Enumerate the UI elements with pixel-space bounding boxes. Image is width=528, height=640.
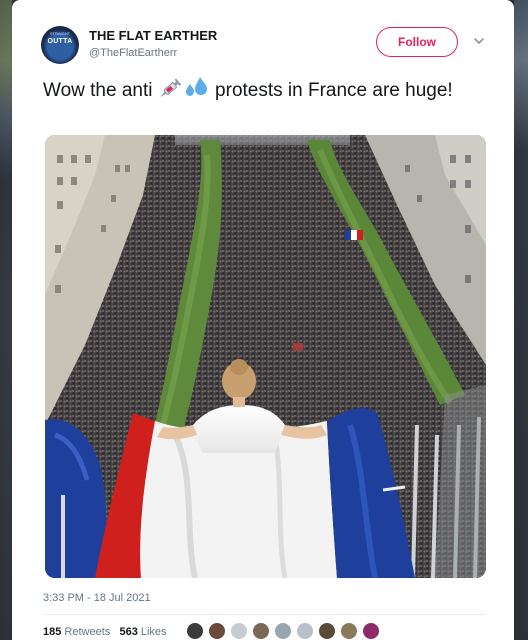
syringe-icon (158, 77, 184, 106)
liker-avatar[interactable] (274, 622, 292, 640)
protest-crowd-image (45, 135, 486, 578)
tweet-stats: 185 Retweets 563 Likes (43, 626, 167, 638)
liker-avatar[interactable] (340, 622, 358, 640)
tweet-photo[interactable] (45, 135, 486, 578)
tweet-text-start: Wow the anti (43, 80, 158, 101)
likes-count: 563 (119, 626, 138, 638)
background-page-left (0, 0, 12, 640)
sweat-droplets-icon (184, 75, 210, 106)
chevron-down-icon[interactable] (472, 35, 486, 49)
chevron-down-icon-glyph (474, 38, 484, 44)
liker-avatar[interactable] (208, 622, 226, 640)
liker-avatars (186, 622, 384, 640)
liker-avatar[interactable] (296, 622, 314, 640)
avatar-text: OUTTA (47, 38, 73, 45)
avatar-subtext: STRAIGHT (49, 31, 71, 36)
likes-stat[interactable]: 563 Likes (119, 626, 166, 638)
background-page-right (514, 0, 528, 640)
retweets-count: 185 (43, 626, 62, 638)
liker-avatar[interactable] (186, 622, 204, 640)
liker-avatar[interactable] (230, 622, 248, 640)
liker-avatar[interactable] (252, 622, 270, 640)
tweet-timestamp[interactable]: 3:33 PM - 18 Jul 2021 (43, 592, 151, 604)
author-handle[interactable]: @TheFlatEartherr (89, 47, 177, 59)
avatar[interactable]: STRAIGHT OUTTA (41, 26, 79, 64)
author-name[interactable]: THE FLAT EARTHER (89, 28, 217, 43)
retweets-label: Retweets (64, 626, 111, 638)
tweet-text: Wow the anti protests in France are huge… (43, 75, 483, 106)
likes-label: Likes (140, 626, 167, 638)
retweets-stat[interactable]: 185 Retweets (43, 626, 110, 638)
divider (43, 614, 486, 615)
tweet-modal: STRAIGHT OUTTA THE FLAT EARTHER @TheFlat… (12, 0, 514, 640)
liker-avatar[interactable] (318, 622, 336, 640)
liker-avatar[interactable] (362, 622, 380, 640)
tweet-text-end: protests in France are huge! (209, 80, 453, 101)
follow-button[interactable]: Follow (376, 27, 458, 57)
